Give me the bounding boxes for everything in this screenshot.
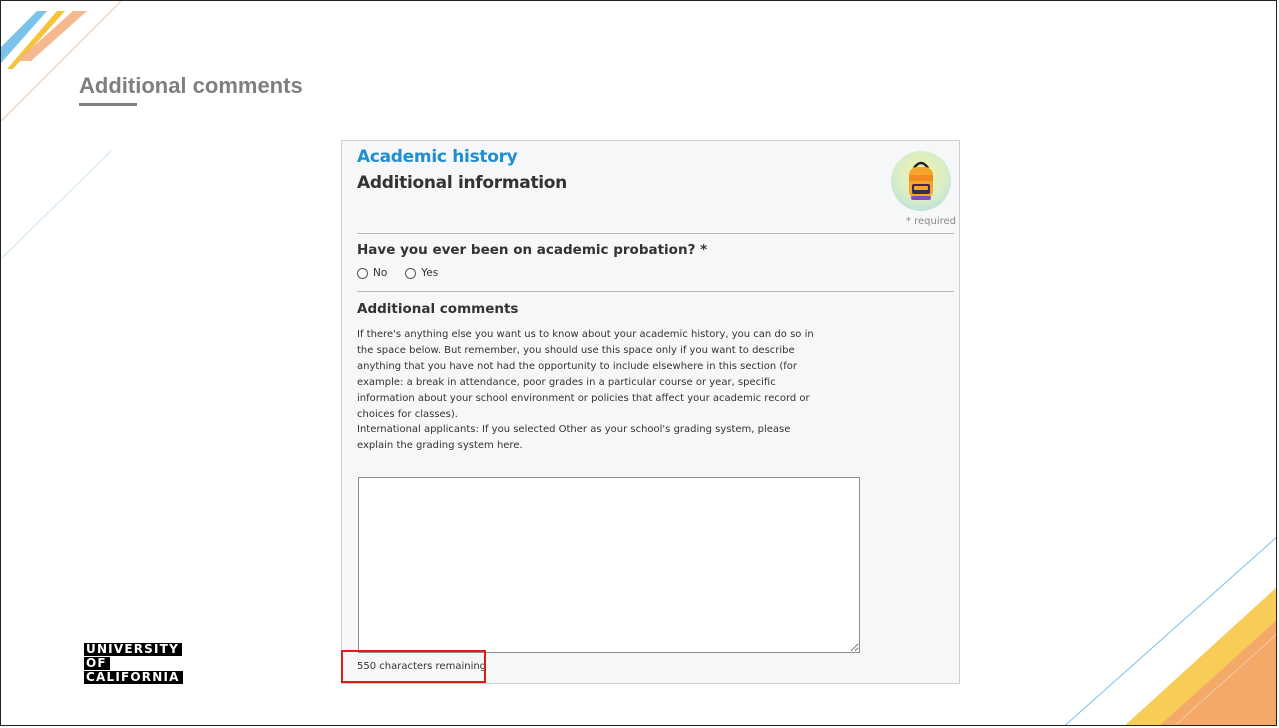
section-title: Academic history bbox=[357, 147, 518, 167]
required-note: * required bbox=[905, 216, 956, 227]
backpack-icon bbox=[891, 151, 951, 211]
probation-option-no[interactable]: No bbox=[357, 267, 387, 279]
additional-comments-heading: Additional comments bbox=[357, 301, 519, 317]
application-form-screenshot: Academic history Additional information … bbox=[341, 140, 960, 684]
slide: Additional comments UNIVERSITY OF CALIFO… bbox=[0, 0, 1277, 726]
additional-comments-textarea[interactable] bbox=[358, 477, 860, 653]
radio-button-no[interactable] bbox=[357, 267, 368, 279]
instructions-paragraph: If there's anything else you want us to … bbox=[357, 329, 814, 420]
radio-label-yes: Yes bbox=[421, 267, 439, 279]
logo-line-1: UNIVERSITY bbox=[84, 643, 182, 656]
radio-label-no: No bbox=[373, 267, 388, 279]
logo-line-2: OF bbox=[84, 657, 110, 670]
international-note: International applicants: If you selecte… bbox=[357, 424, 791, 451]
question-divider bbox=[357, 291, 954, 292]
probation-option-yes[interactable]: Yes bbox=[405, 267, 438, 279]
logo-line-3: CALIFORNIA bbox=[84, 671, 183, 684]
probation-question-label: Have you ever been on academic probation… bbox=[357, 242, 708, 258]
header-divider bbox=[357, 233, 954, 234]
radio-button-yes[interactable] bbox=[405, 267, 417, 279]
slide-title: Additional comments bbox=[79, 73, 303, 98]
section-subtitle: Additional information bbox=[357, 173, 567, 193]
title-underline bbox=[79, 103, 137, 106]
corner-decoration-top-left bbox=[1, 1, 122, 260]
probation-radio-group: No Yes bbox=[357, 267, 438, 279]
university-of-california-logo: UNIVERSITY OF CALIFORNIA bbox=[84, 643, 183, 685]
counter-highlight-box bbox=[341, 650, 486, 683]
